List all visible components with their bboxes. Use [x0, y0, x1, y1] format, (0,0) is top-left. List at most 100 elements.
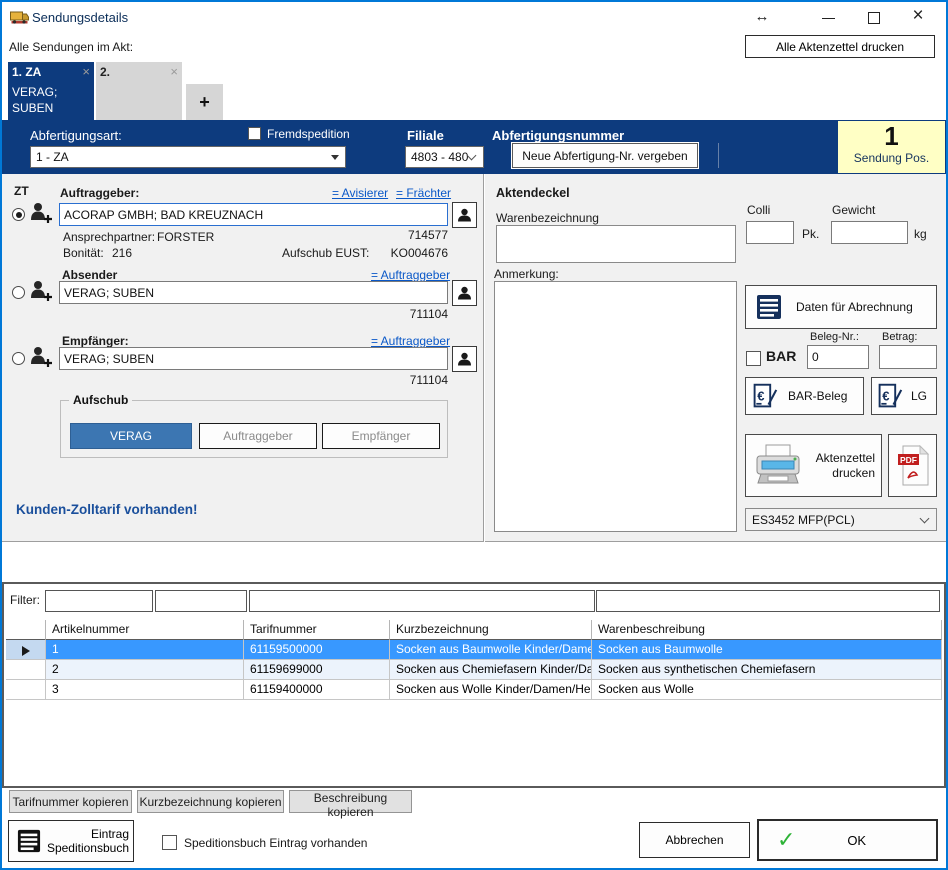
tab-sendung-1[interactable]: × 1. ZA VERAG; SUBEN	[8, 62, 94, 120]
cell-warenbeschreibung[interactable]: Socken aus synthetischen Chemiefasern	[592, 660, 942, 680]
filter-input-1[interactable]	[45, 590, 153, 612]
aktendeckel-title: Aktendeckel	[496, 186, 570, 200]
svg-text:€: €	[882, 388, 889, 403]
lg-label: LG	[911, 389, 927, 403]
grid-header-tarifnummer[interactable]: Tarifnummer	[244, 620, 390, 641]
colli-input[interactable]	[746, 221, 794, 244]
sendungen-im-akt-label: Alle Sendungen im Akt:	[9, 40, 133, 54]
cell-tarifnummer[interactable]: 61159699000	[244, 660, 390, 680]
bar-checkbox[interactable]	[746, 351, 761, 366]
tab1-close-icon[interactable]: ×	[82, 64, 90, 79]
row-selector-cell[interactable]	[6, 660, 46, 680]
tarifnummer-kopieren-button[interactable]: Tarifnummer kopieren	[9, 790, 132, 813]
row-selector-cell[interactable]	[6, 640, 46, 660]
anmerkung-textarea[interactable]	[494, 281, 737, 532]
person-add-icon	[29, 279, 53, 303]
printer-select[interactable]: ES3452 MFP(PCL)	[745, 508, 937, 531]
lg-button[interactable]: € LG	[871, 377, 937, 415]
alle-aktenzettel-drucken-button[interactable]: Alle Aktenzettel drucken	[745, 35, 935, 58]
cell-tarifnummer[interactable]: 61159400000	[244, 680, 390, 700]
beschreibung-kopieren-button[interactable]: Beschreibung kopieren	[289, 790, 412, 813]
cell-artikelnummer[interactable]: 3	[46, 680, 244, 700]
beleg-nr-input[interactable]	[807, 345, 869, 369]
ledger-icon	[17, 829, 41, 853]
speditionsbuch-checkbox[interactable]	[162, 835, 177, 850]
aktenzettel-label-line1: Aktenzettel	[816, 451, 875, 465]
filter-input-3[interactable]	[249, 590, 595, 612]
grid-header-artikelnummer[interactable]: Artikelnummer	[46, 620, 244, 641]
pdf-icon: PDF	[896, 445, 930, 487]
close-button[interactable]: ×	[907, 5, 929, 27]
aktenzettel-drucken-button[interactable]: Aktenzettel drucken	[745, 434, 882, 497]
app-truck-icon	[10, 9, 29, 25]
minimize-button[interactable]	[822, 18, 835, 19]
table-row[interactable]: 3 61159400000 Socken aus Wolle Kinder/Da…	[6, 680, 942, 700]
auftraggeber-person-button[interactable]	[452, 202, 477, 228]
pdf-export-button[interactable]: PDF	[888, 434, 937, 497]
printer-icon	[752, 443, 804, 489]
ok-label: OK	[777, 833, 936, 848]
empfaenger-auftraggeber-link[interactable]: = Auftraggeber	[371, 334, 450, 348]
absender-person-button[interactable]	[452, 280, 477, 306]
aufschub-empfaenger-button[interactable]: Empfänger	[322, 423, 440, 449]
ansprechpartner-value: FORSTER	[157, 230, 214, 244]
maximize-button[interactable]	[868, 12, 880, 24]
table-row[interactable]: 1 61159500000 Socken aus Baumwolle Kinde…	[6, 640, 942, 660]
ok-button[interactable]: ✓ OK	[757, 819, 938, 861]
cell-artikelnummer[interactable]: 2	[46, 660, 244, 680]
zt-radio-absender[interactable]	[12, 286, 25, 299]
grid-header-warenbeschreibung[interactable]: Warenbeschreibung	[592, 620, 942, 641]
tab2-title: 2.	[100, 65, 178, 79]
filter-input-2[interactable]	[155, 590, 247, 612]
daten-abrechnung-label: Daten für Abrechnung	[796, 300, 913, 314]
fremdspedition-checkbox[interactable]	[248, 127, 261, 140]
filiale-dropdown[interactable]: 4803 - 480	[405, 146, 484, 168]
cell-kurzbezeichnung[interactable]: Socken aus Wolle Kinder/Damen/Heeren	[390, 680, 592, 700]
bar-beleg-button[interactable]: € BAR-Beleg	[745, 377, 864, 415]
zt-radio-auftraggeber[interactable]	[12, 208, 25, 221]
cell-warenbeschreibung[interactable]: Socken aus Baumwolle	[592, 640, 942, 660]
gewicht-input[interactable]	[831, 221, 908, 244]
eintrag-speditionsbuch-button[interactable]: Eintrag Speditionsbuch	[8, 820, 134, 862]
cell-warenbeschreibung[interactable]: Socken aus Wolle	[592, 680, 942, 700]
resize-arrows-icon[interactable]: ↔	[751, 8, 773, 25]
auftraggeber-input[interactable]	[59, 203, 448, 226]
empfaenger-input[interactable]	[59, 347, 448, 370]
absender-label: Absender	[62, 268, 117, 282]
empfaenger-person-button[interactable]	[452, 346, 477, 372]
tab2-close-icon[interactable]: ×	[170, 64, 178, 79]
avisierer-link[interactable]: = Avisierer	[332, 186, 388, 200]
zt-radio-empfaenger[interactable]	[12, 352, 25, 365]
grid-header-selector	[6, 620, 46, 641]
add-sendung-button[interactable]: +	[186, 84, 223, 120]
absender-input[interactable]	[59, 281, 448, 304]
abbrechen-button[interactable]: Abbrechen	[639, 822, 750, 858]
band-divider	[718, 143, 719, 168]
aufschub-verag-button[interactable]: VERAG	[70, 423, 192, 449]
aufschub-auftraggeber-button[interactable]: Auftraggeber	[199, 423, 317, 449]
row-selector-cell[interactable]	[6, 680, 46, 700]
tab-sendung-2[interactable]: × 2.	[96, 62, 182, 120]
betrag-input[interactable]	[879, 345, 937, 369]
cell-kurzbezeichnung[interactable]: Socken aus Baumwolle Kinder/Damen/Herren	[390, 640, 592, 660]
empfaenger-label: Empfänger:	[62, 334, 129, 348]
filter-input-4[interactable]	[596, 590, 940, 612]
artikel-grid: Artikelnummer Tarifnummer Kurzbezeichnun…	[6, 620, 942, 700]
table-row[interactable]: 2 61159699000 Socken aus Chemiefasern Ki…	[6, 660, 942, 680]
cell-artikelnummer[interactable]: 1	[46, 640, 244, 660]
auftraggeber-nummer: 714577	[342, 228, 448, 242]
euro-receipt-icon: €	[752, 382, 778, 410]
absender-auftraggeber-link[interactable]: = Auftraggeber	[371, 268, 450, 282]
absender-nummer: 711104	[342, 307, 448, 321]
abfertigungsart-dropdown[interactable]: 1 - ZA	[30, 146, 346, 168]
warenbezeichnung-textarea[interactable]	[496, 225, 736, 263]
daten-abrechnung-button[interactable]: Daten für Abrechnung	[745, 285, 937, 329]
cell-tarifnummer[interactable]: 61159500000	[244, 640, 390, 660]
fraechter-link[interactable]: = Frächter	[396, 186, 451, 200]
neue-abfertigung-nr-button[interactable]: Neue Abfertigung-Nr. vergeben	[512, 143, 698, 168]
euro-receipt-icon: €	[877, 382, 903, 410]
person-add-icon	[29, 201, 53, 225]
grid-header-kurzbezeichnung[interactable]: Kurzbezeichnung	[390, 620, 592, 641]
kurzbezeichnung-kopieren-button[interactable]: Kurzbezeichnung kopieren	[137, 790, 284, 813]
cell-kurzbezeichnung[interactable]: Socken aus Chemiefasern Kinder/Damen/Hee…	[390, 660, 592, 680]
